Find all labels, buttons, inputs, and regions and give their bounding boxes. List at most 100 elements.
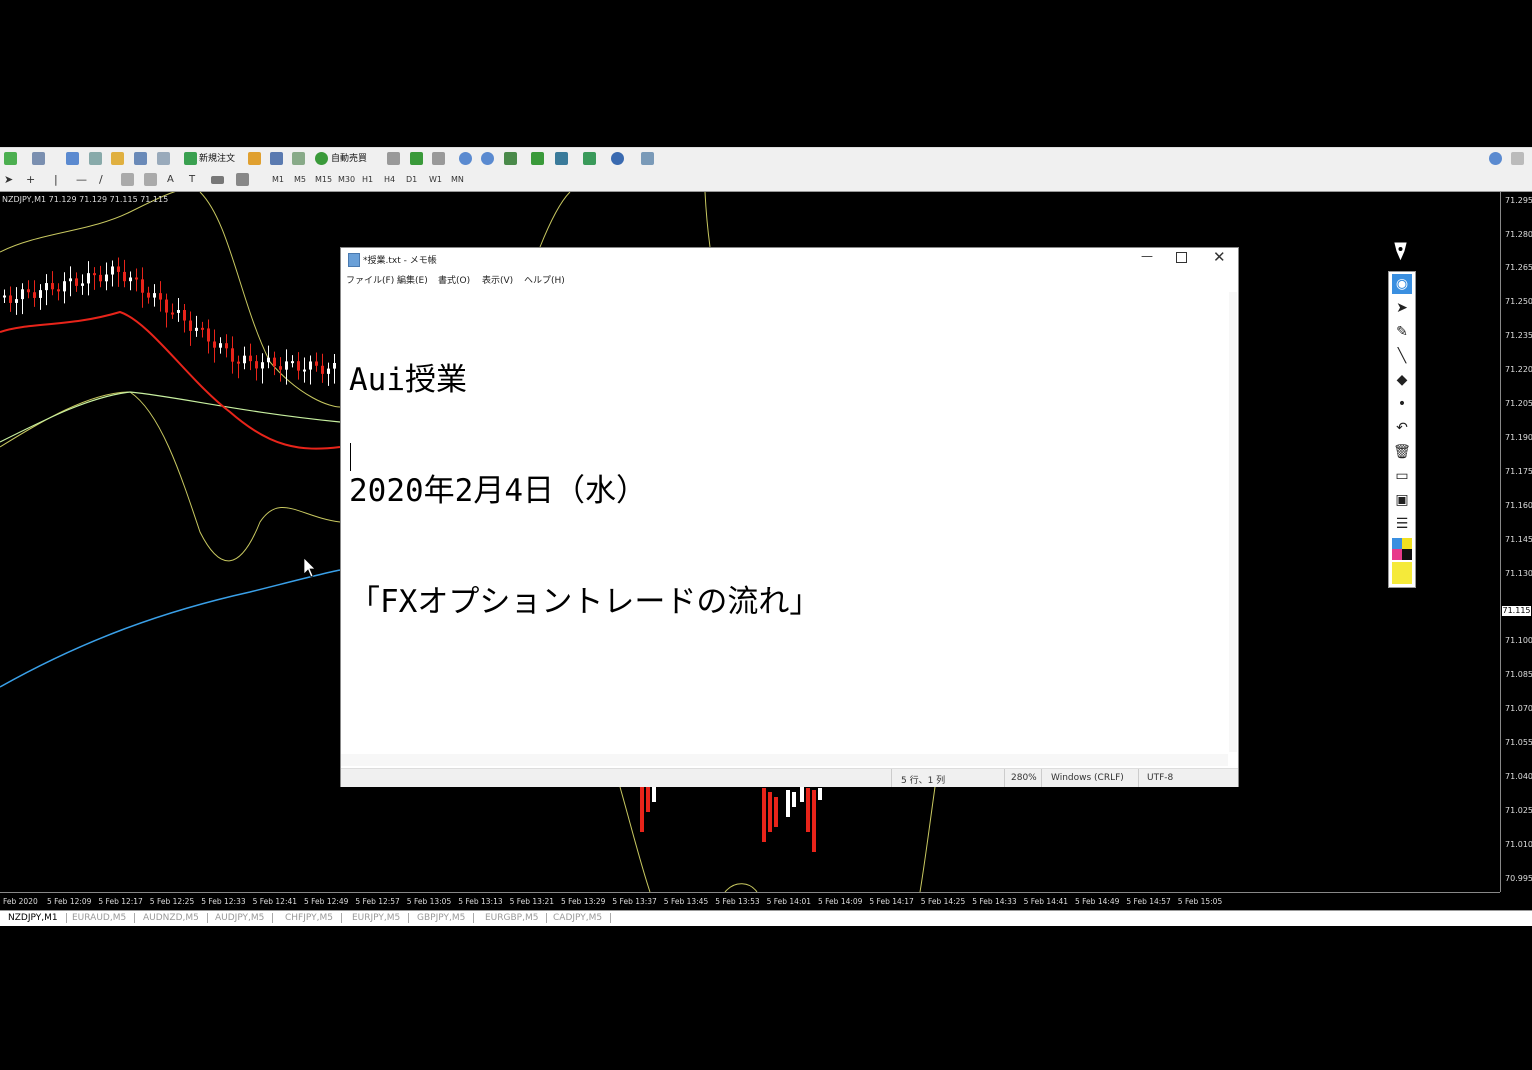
fibonacci-icon[interactable] <box>144 173 157 186</box>
lower-band-line <box>619 786 651 892</box>
symbol-tab[interactable]: AUDJPY,M5 <box>207 913 274 923</box>
text-label-icon[interactable]: T <box>189 173 202 186</box>
horizontal-line-icon[interactable]: — <box>76 173 89 186</box>
camera-icon[interactable]: ▣ <box>1392 490 1412 510</box>
timeframe-d1[interactable]: D1 <box>406 173 417 187</box>
undo-icon[interactable]: ↶ <box>1392 418 1412 438</box>
cursor-icon[interactable]: ➤ <box>1392 298 1412 318</box>
data-window-icon[interactable] <box>89 152 102 165</box>
chart-shift-icon[interactable] <box>555 152 568 165</box>
arrows-icon[interactable] <box>236 173 249 186</box>
notepad-window[interactable]: *授業.txt - メモ帳 — ✕ ファイル(F) 編集(E) 書式(O) 表示… <box>340 247 1239 787</box>
tile-windows-icon[interactable] <box>504 152 517 165</box>
market-watch-icon[interactable] <box>66 152 79 165</box>
close-icon[interactable]: ✕ <box>1213 248 1226 266</box>
channel-icon[interactable] <box>121 173 134 186</box>
symbol-tab[interactable]: EURGBP,M5 <box>477 913 548 923</box>
notepad-text-area[interactable]: Aui授業 2020年2月4日（水） 「FXオプショントレードの流れ」 <box>349 288 1219 758</box>
candlestick-icon[interactable] <box>410 152 423 165</box>
symbol-tab[interactable]: NZDJPY,M1 <box>0 913 67 923</box>
vertical-line-icon[interactable]: | <box>54 173 67 186</box>
autotrading-icon[interactable] <box>315 152 328 165</box>
line-chart-icon[interactable] <box>432 152 445 165</box>
new-order-button[interactable]: 新規注文 <box>199 151 235 167</box>
templates-icon[interactable] <box>641 152 654 165</box>
chat-icon[interactable] <box>1511 152 1524 165</box>
vertical-scrollbar[interactable] <box>1229 292 1237 752</box>
candle-body <box>33 292 36 298</box>
symbol-tab[interactable]: CADJPY,M5 <box>545 913 612 923</box>
notepad-menubar: ファイル(F) 編集(E) 書式(O) 表示(V) ヘルプ(H) <box>341 271 1238 287</box>
timeframe-m30[interactable]: M30 <box>338 173 355 187</box>
bar-chart-icon[interactable] <box>387 152 400 165</box>
board-icon[interactable]: ▭ <box>1392 466 1412 486</box>
timeframe-mn[interactable]: MN <box>451 173 464 187</box>
signals-icon[interactable] <box>270 152 283 165</box>
candle-body <box>21 289 24 300</box>
indicators-icon[interactable] <box>583 152 596 165</box>
color-swatch[interactable] <box>1402 549 1412 560</box>
trendline-icon[interactable]: / <box>99 173 112 186</box>
symbol-tab[interactable]: GBPJPY,M5 <box>409 913 475 923</box>
window-title: *授業.txt - メモ帳 <box>363 256 437 266</box>
new-chart-icon[interactable] <box>4 152 17 165</box>
profiles-icon[interactable] <box>32 152 45 165</box>
timeframe-m5[interactable]: M5 <box>294 173 306 187</box>
color-swatch[interactable] <box>1392 562 1412 584</box>
symbol-tab[interactable]: AUDNZD,M5 <box>135 913 208 923</box>
symbol-tab[interactable]: EURJPY,M5 <box>344 913 410 923</box>
zoom-in-icon[interactable] <box>459 152 472 165</box>
metaeditor-icon[interactable] <box>248 152 261 165</box>
color-swatch[interactable] <box>1392 538 1402 549</box>
search-icon[interactable] <box>1489 152 1502 165</box>
candle-body <box>177 310 180 313</box>
periods-icon[interactable] <box>611 152 624 165</box>
horizontal-scrollbar[interactable] <box>341 754 1228 766</box>
auto-scroll-icon[interactable] <box>531 152 544 165</box>
price-tick-label: 71.040 <box>1505 772 1532 781</box>
menu-file[interactable]: ファイル(F) <box>346 273 394 286</box>
timeframe-m15[interactable]: M15 <box>315 173 332 187</box>
text-icon[interactable]: A <box>167 173 180 186</box>
price-tick-label: 71.160 <box>1505 501 1532 510</box>
dot-icon[interactable]: • <box>1392 394 1412 414</box>
minimize-icon[interactable]: — <box>1141 249 1153 263</box>
menu-edit[interactable]: 編集(E) <box>397 273 428 286</box>
menu-view[interactable]: 表示(V) <box>482 273 513 286</box>
candle-body <box>189 320 192 331</box>
crosshair-icon[interactable]: + <box>26 173 39 186</box>
eye-icon[interactable]: ◉ <box>1392 274 1412 294</box>
menu-help[interactable]: ヘルプ(H) <box>524 273 565 286</box>
timeframe-m1[interactable]: M1 <box>272 173 284 187</box>
symbol-tab[interactable]: EURAUD,M5 <box>64 913 136 923</box>
color-swatch[interactable] <box>1392 549 1402 560</box>
trash-icon[interactable]: 🗑 <box>1392 442 1412 462</box>
terminal-icon[interactable] <box>134 152 147 165</box>
clipboard-icon[interactable]: ☰ <box>1392 514 1412 534</box>
timeframe-h1[interactable]: H1 <box>362 173 373 187</box>
zoom-level: 280% <box>1011 773 1037 783</box>
price-tick-label: 71.055 <box>1505 738 1532 747</box>
pen-icon[interactable] <box>1393 241 1408 261</box>
notepad-titlebar[interactable]: *授業.txt - メモ帳 — ✕ <box>341 248 1238 270</box>
color-swatch[interactable] <box>1402 538 1412 549</box>
zoom-out-icon[interactable] <box>481 152 494 165</box>
navigator-icon[interactable] <box>111 152 124 165</box>
line-icon[interactable]: ╲ <box>1392 346 1412 366</box>
new-order-icon[interactable] <box>184 152 197 165</box>
autotrading-button[interactable]: 自動売買 <box>331 151 367 167</box>
timeframe-h4[interactable]: H4 <box>384 173 395 187</box>
marker-icon[interactable]: ✎ <box>1392 322 1412 342</box>
rectangle-icon[interactable] <box>211 176 224 184</box>
tester-icon[interactable] <box>157 152 170 165</box>
eraser-icon[interactable]: ◆ <box>1392 370 1412 390</box>
timeframe-w1[interactable]: W1 <box>429 173 442 187</box>
market-icon[interactable] <box>292 152 305 165</box>
menu-format[interactable]: 書式(O) <box>438 273 470 286</box>
candle-body <box>327 368 330 374</box>
cursor-icon[interactable]: ➤ <box>4 173 17 186</box>
lower-band-line <box>919 786 936 892</box>
symbol-tab[interactable]: CHFJPY,M5 <box>277 913 342 923</box>
price-tick-label: 71.190 <box>1505 433 1532 442</box>
maximize-icon[interactable] <box>1176 252 1187 263</box>
